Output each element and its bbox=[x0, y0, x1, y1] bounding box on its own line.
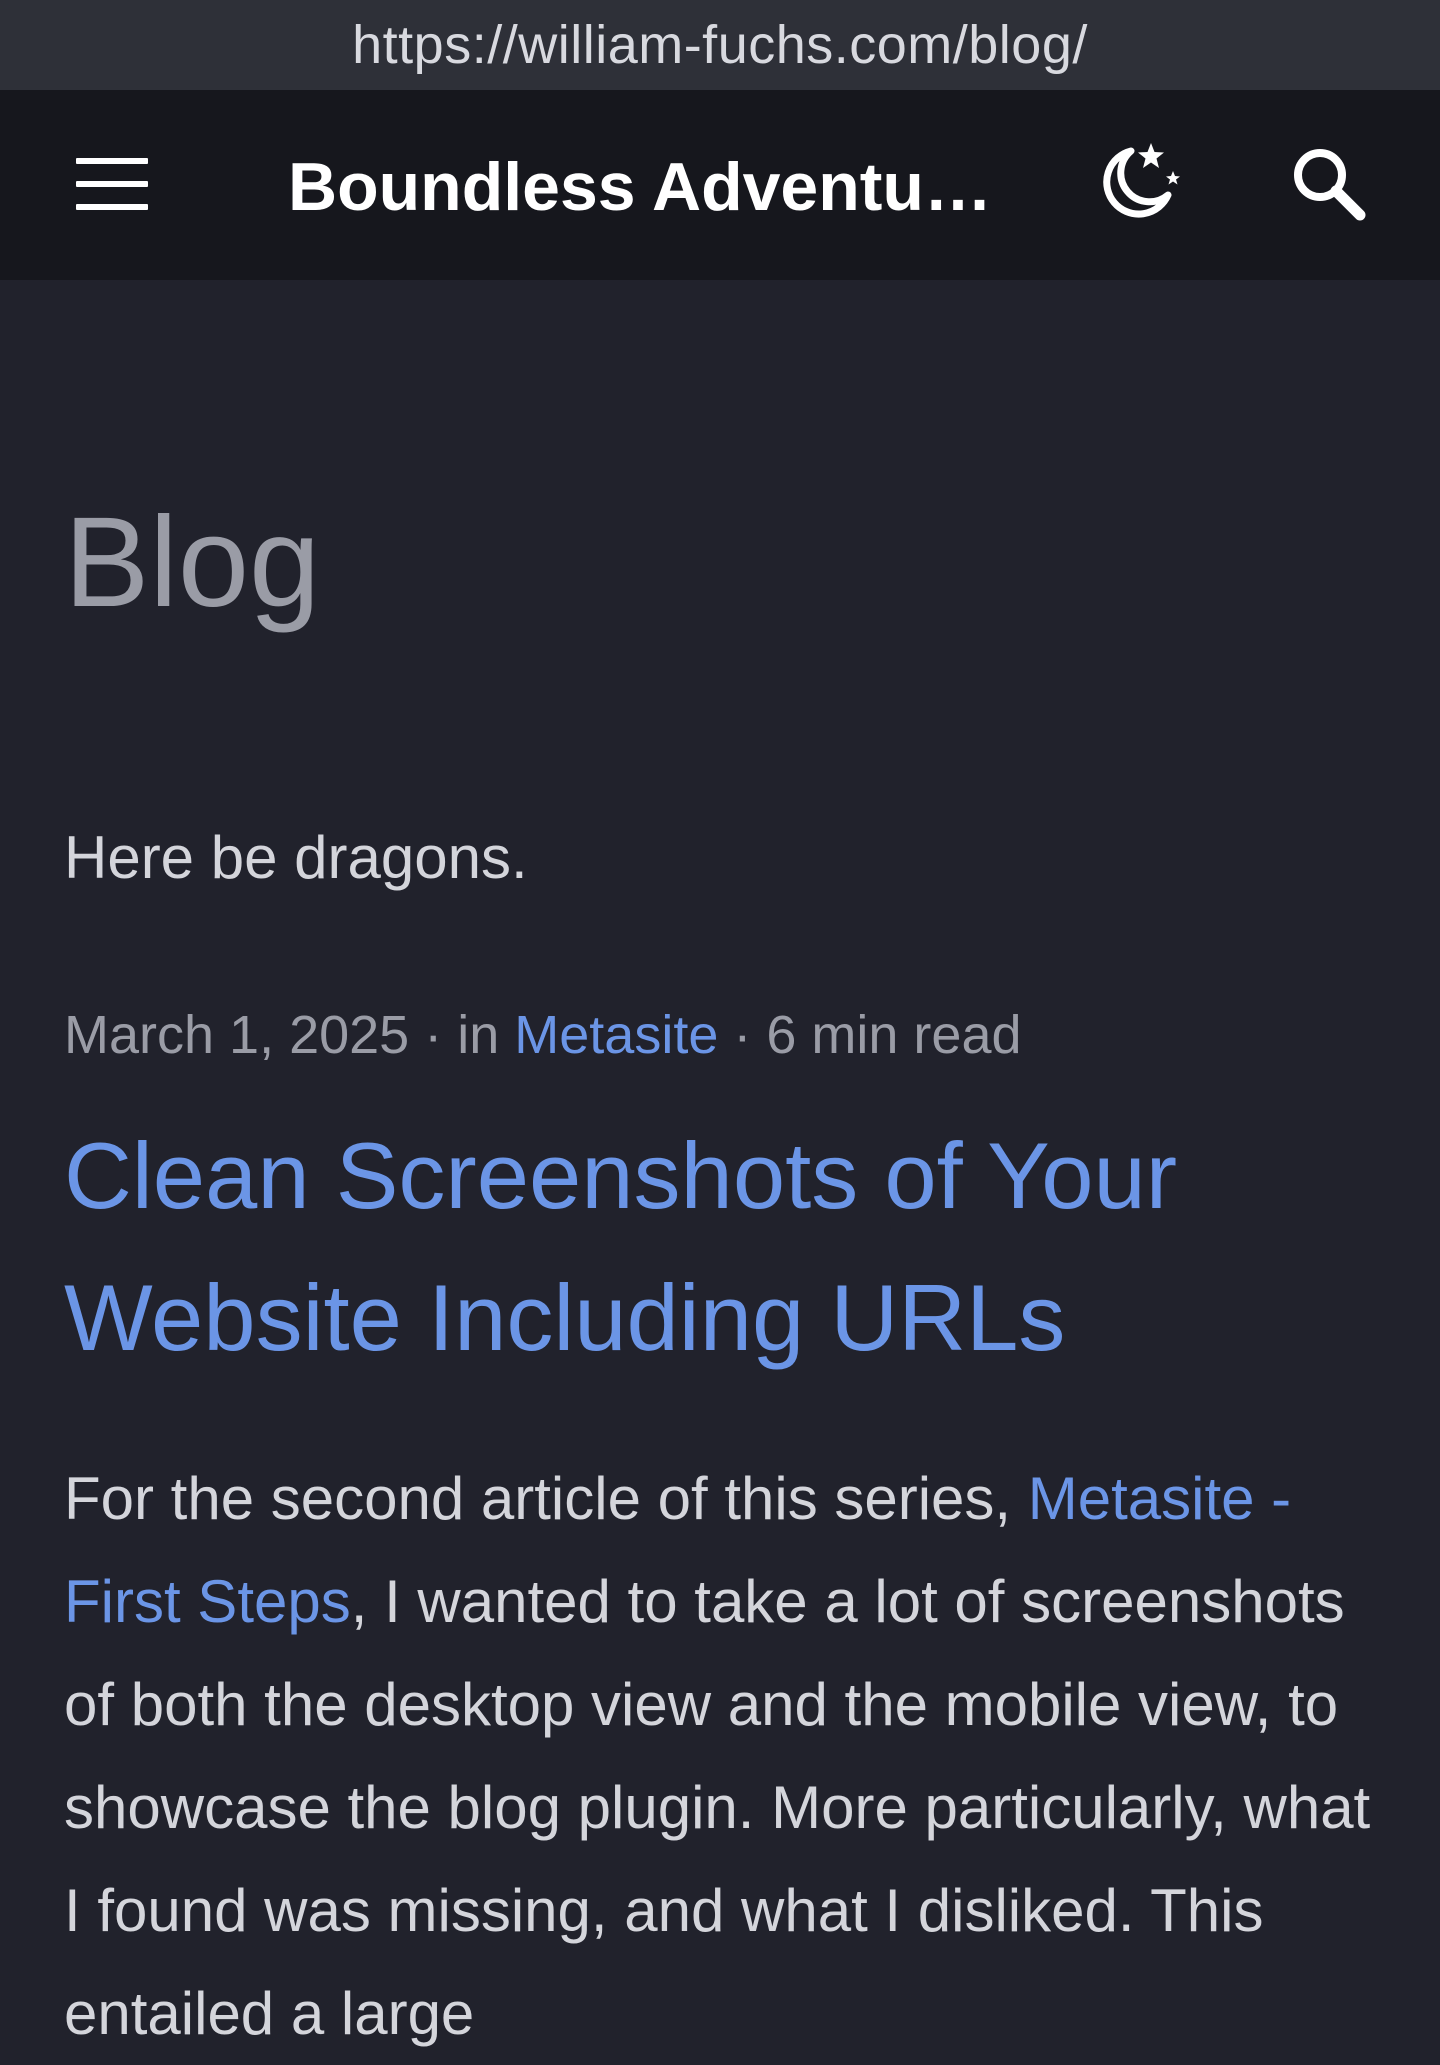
url-text: https://william-fuchs.com/blog/ bbox=[352, 15, 1088, 75]
category-link[interactable]: Metasite bbox=[514, 1005, 718, 1065]
post-meta: March 1, 2025 · in Metasite · 6 min read bbox=[64, 999, 1022, 1071]
post-title-link[interactable]: Clean Screenshots of Your Website Includ… bbox=[64, 1123, 1177, 1370]
page-tagline: Here be dragons. bbox=[64, 824, 528, 891]
page-title: Blog bbox=[64, 491, 321, 634]
menu-button[interactable] bbox=[60, 144, 164, 224]
post-excerpt: For the second article of this series, M… bbox=[64, 1447, 1384, 2065]
search-icon bbox=[1294, 149, 1366, 221]
search-button[interactable] bbox=[1280, 135, 1380, 235]
meta-separator: · bbox=[733, 1005, 752, 1065]
theme-toggle-button[interactable] bbox=[1085, 135, 1185, 235]
meta-separator: · bbox=[424, 1005, 443, 1065]
site-header: Boundless Adventures bbox=[0, 90, 1440, 280]
read-time: 6 min read bbox=[766, 1005, 1022, 1065]
moon-stars-icon bbox=[1103, 143, 1180, 218]
excerpt-text: For the second article of this series, bbox=[64, 1465, 1028, 1532]
post-date: March 1, 2025 bbox=[64, 1005, 410, 1065]
excerpt-text: , I wanted to take a lot of screenshots … bbox=[64, 1568, 1371, 2047]
category-prefix: in bbox=[457, 1005, 500, 1065]
address-bar[interactable]: https://william-fuchs.com/blog/ bbox=[0, 0, 1440, 90]
post-title: Clean Screenshots of Your Website Includ… bbox=[64, 1105, 1394, 1389]
site-title[interactable]: Boundless Adventures bbox=[288, 142, 1008, 232]
